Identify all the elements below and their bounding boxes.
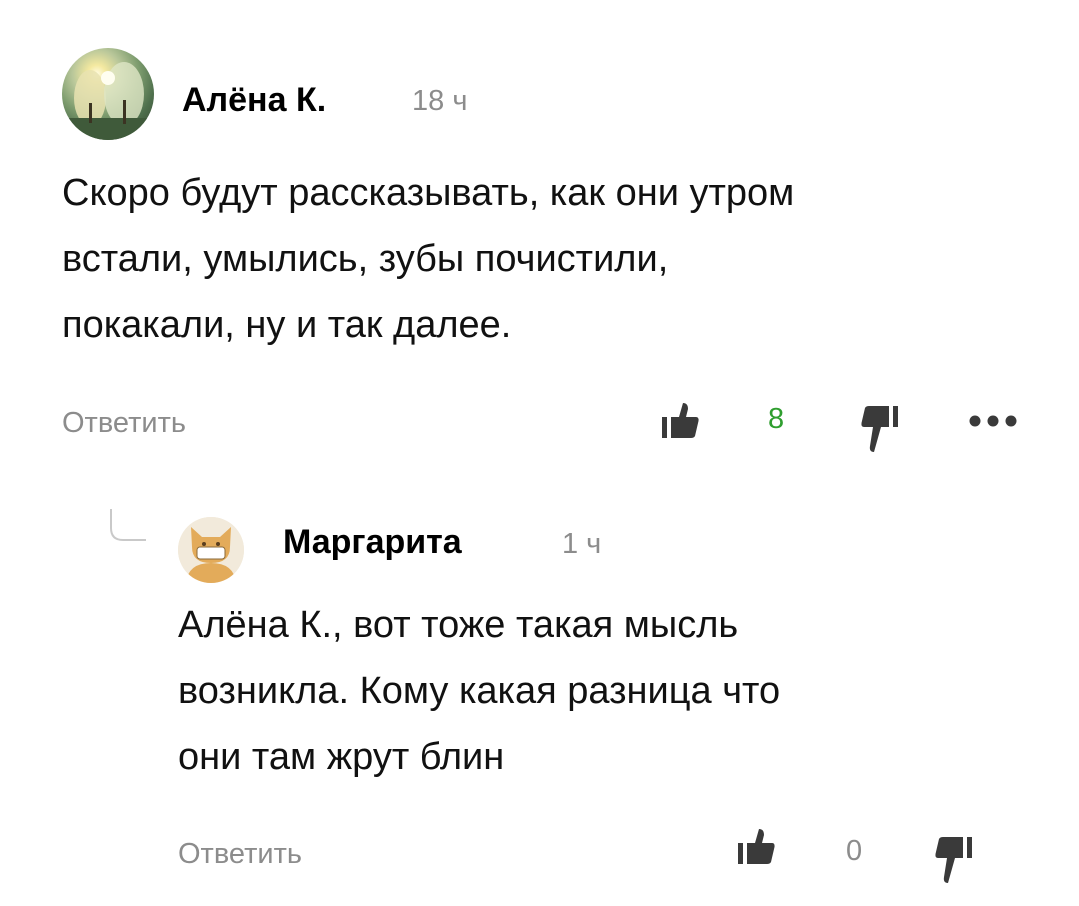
like-count: 0 (846, 835, 863, 867)
comment-text: Алёна К., вот тоже такая мысль возникла.… (178, 592, 1058, 790)
reply-button[interactable]: Ответить (62, 403, 186, 443)
thumb-up-icon (662, 403, 699, 438)
comment-text-line: покакали, ну и так далее. (62, 304, 512, 346)
comment-text-line: возникла. Кому какая разница что (178, 670, 781, 712)
comment-text-line: они там жрут блин (178, 736, 505, 778)
like-button[interactable] (736, 826, 776, 866)
comment-text: Скоро будут рассказывать, как они утром … (62, 160, 1052, 358)
comment-text-line: Скоро будут рассказывать, как они утром (62, 172, 795, 214)
thumb-down-icon (861, 406, 898, 452)
avatar[interactable] (62, 48, 154, 140)
more-dots-icon (969, 415, 1017, 427)
reply-thread-icon (108, 508, 148, 544)
comment-author[interactable]: Маргарита (283, 520, 462, 564)
dislike-button[interactable] (860, 406, 900, 454)
comment-text-line: встали, умылись, зубы почистили, (62, 238, 669, 280)
comment-time: 1 ч (562, 528, 602, 560)
cat-avatar-icon (178, 517, 244, 583)
comment: Алёна К. 18 ч Скоро будут рассказывать, … (0, 0, 1079, 470)
like-button[interactable] (660, 400, 700, 440)
dislike-button[interactable] (934, 837, 974, 885)
thumb-up-icon (738, 829, 775, 864)
more-button[interactable] (968, 414, 1018, 428)
comment-time: 18 ч (412, 85, 468, 117)
thumb-down-icon (935, 837, 972, 883)
like-count: 8 (768, 403, 785, 435)
avatar[interactable] (178, 517, 244, 583)
comment-text-line: Алёна К., вот тоже такая мысль (178, 604, 739, 646)
reply-button[interactable]: Ответить (178, 834, 302, 874)
comment-author[interactable]: Алёна К. (182, 78, 326, 122)
reply-thread-line-icon (110, 509, 146, 541)
winter-tree-photo-avatar-icon (62, 62, 154, 140)
